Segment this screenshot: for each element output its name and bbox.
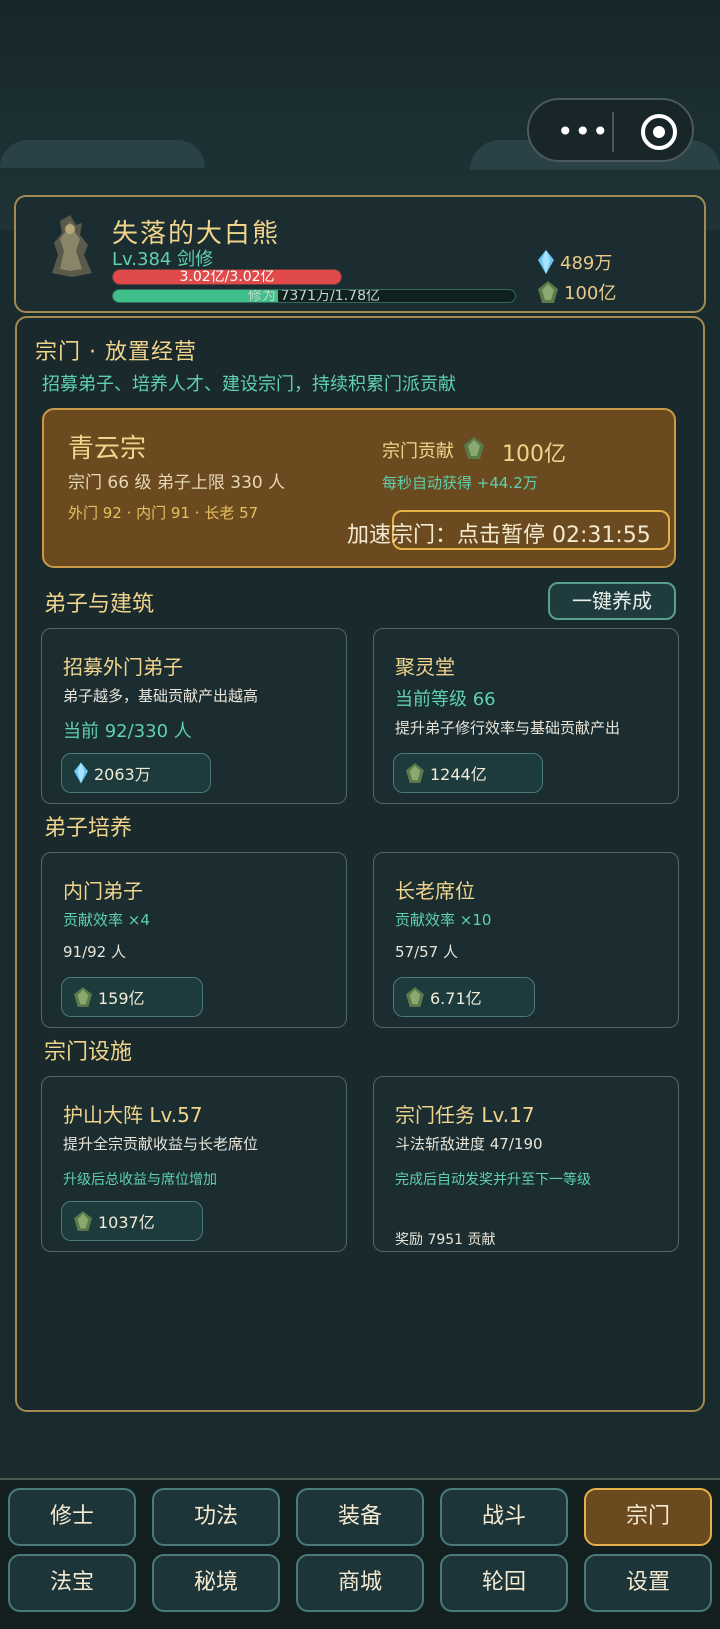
cloud-decoration xyxy=(0,140,205,168)
card-rate: 贡献效率 ×10 xyxy=(395,911,492,929)
sect-panel: 宗门 · 放置经营 招募弟子、培养人才、建设宗门，持续积累门派贡献 青云宗 宗门… xyxy=(15,316,705,1412)
section-heading-training: 弟子培养 xyxy=(44,816,133,841)
card-rate: 贡献效率 ×4 xyxy=(63,911,150,929)
stone-icon xyxy=(463,437,484,459)
nav-cultivator[interactable]: 修士 xyxy=(8,1488,136,1546)
player-level: Lv.384 剑修 xyxy=(112,249,214,270)
recruit-cost-button[interactable]: 2063万 xyxy=(61,753,211,793)
card-title: 招募外门弟子 xyxy=(63,655,183,679)
card-title: 内门弟子 xyxy=(63,879,143,903)
card-title: 长老席位 xyxy=(395,879,475,903)
cost-amount: 6.71亿 xyxy=(430,989,482,1008)
contribution-rate: 每秒自动获得 +44.2万 xyxy=(382,474,538,492)
sect-level: 宗门 66 级 弟子上限 330 人 xyxy=(68,473,286,493)
stone-icon xyxy=(74,1211,92,1231)
section-heading-facilities: 宗门设施 xyxy=(44,1040,133,1065)
sect-ranks: 外门 92 · 内门 91 · 长老 57 xyxy=(68,504,259,522)
hall-cost-button[interactable]: 1244亿 xyxy=(393,753,543,793)
sect-name: 青云宗 xyxy=(68,434,147,464)
card-title: 宗门任务 Lv.17 xyxy=(395,1103,535,1127)
elder-cost-button[interactable]: 6.71亿 xyxy=(393,977,535,1017)
crystal-icon xyxy=(74,762,88,784)
player-card: 失落的大白熊 Lv.384 剑修 3.02亿/3.02亿 修为 7371万/1.… xyxy=(14,195,706,313)
crystal-icon xyxy=(538,250,554,274)
cost-amount: 159亿 xyxy=(98,989,145,1008)
exp-bar: 修为 7371万/1.78亿 xyxy=(112,289,516,303)
panel-subtitle: 招募弟子、培养人才、建设宗门，持续积累门派贡献 xyxy=(42,374,456,395)
card-desc: 提升弟子修行效率与基础贡献产出 xyxy=(395,719,621,737)
card-note: 升级后总收益与席位增加 xyxy=(63,1172,217,1188)
card-count: 91/92 人 xyxy=(63,943,126,961)
inner-disciples-card[interactable]: 内门弟子 贡献效率 ×4 91/92 人 159亿 xyxy=(41,852,347,1028)
close-target-icon[interactable] xyxy=(641,114,677,150)
mountain-array-card[interactable]: 护山大阵 Lv.57 提升全宗贡献收益与长老席位 升级后总收益与席位增加 103… xyxy=(41,1076,347,1252)
stone-amount: 100亿 xyxy=(564,283,617,304)
card-title: 护山大阵 Lv.57 xyxy=(63,1103,203,1127)
speed-up-label[interactable]: 加速宗门：点击暂停 02:31:55 xyxy=(347,517,651,549)
nav-reincarnation[interactable]: 轮回 xyxy=(440,1554,568,1612)
nav-equipment[interactable]: 装备 xyxy=(296,1488,424,1546)
crystal-currency: 489万 xyxy=(538,249,612,275)
card-current: 当前等级 66 xyxy=(395,689,496,710)
exp-text: 修为 7371万/1.78亿 xyxy=(248,289,380,303)
card-desc: 提升全宗贡献收益与长老席位 xyxy=(63,1135,259,1153)
card-note: 完成后自动发奖并升至下一等级 xyxy=(395,1172,591,1188)
stone-icon xyxy=(74,987,92,1007)
stone-icon xyxy=(406,987,424,1007)
nav-shop[interactable]: 商城 xyxy=(296,1554,424,1612)
contribution-label-text: 宗门贡献 xyxy=(382,441,454,462)
nav-secret-realm[interactable]: 秘境 xyxy=(152,1554,280,1612)
stone-currency: 100亿 xyxy=(538,279,616,305)
panel-title: 宗门 · 放置经营 xyxy=(35,340,197,365)
one-key-train-button[interactable]: 一键养成 xyxy=(548,582,676,620)
cost-amount: 1244亿 xyxy=(430,765,487,784)
capsule-divider xyxy=(612,112,614,152)
nav-treasure[interactable]: 法宝 xyxy=(8,1554,136,1612)
player-avatar-icon xyxy=(52,215,92,277)
card-current: 当前 92/330 人 xyxy=(63,721,192,742)
nav-battle[interactable]: 战斗 xyxy=(440,1488,568,1546)
mission-progress: 斗法斩敌进度 47/190 xyxy=(395,1135,543,1153)
card-title: 聚灵堂 xyxy=(395,655,455,679)
mini-program-capsule[interactable]: ••• xyxy=(527,98,694,162)
recruit-card[interactable]: 招募外门弟子 弟子越多，基础贡献产出越高 当前 92/330 人 2063万 xyxy=(41,628,347,804)
more-icon[interactable]: ••• xyxy=(557,118,610,146)
spirit-hall-card[interactable]: 聚灵堂 当前等级 66 提升弟子修行效率与基础贡献产出 1244亿 xyxy=(373,628,679,804)
bottom-nav: 修士 功法 装备 战斗 宗门 法宝 秘境 商城 轮回 设置 xyxy=(0,1478,720,1629)
stone-icon xyxy=(406,763,424,783)
inner-cost-button[interactable]: 159亿 xyxy=(61,977,203,1017)
hp-text: 3.02亿/3.02亿 xyxy=(179,269,275,285)
cost-amount: 1037亿 xyxy=(98,1213,155,1232)
crystal-amount: 489万 xyxy=(560,253,613,274)
nav-settings[interactable]: 设置 xyxy=(584,1554,712,1612)
nav-skills[interactable]: 功法 xyxy=(152,1488,280,1546)
hp-bar: 3.02亿/3.02亿 xyxy=(112,269,342,285)
stone-icon xyxy=(538,281,558,303)
cost-amount: 2063万 xyxy=(94,765,151,784)
array-cost-button[interactable]: 1037亿 xyxy=(61,1201,203,1241)
sect-mission-card[interactable]: 宗门任务 Lv.17 斗法斩敌进度 47/190 完成后自动发奖并升至下一等级 … xyxy=(373,1076,679,1252)
nav-sect[interactable]: 宗门 xyxy=(584,1488,712,1546)
elder-seats-card[interactable]: 长老席位 贡献效率 ×10 57/57 人 6.71亿 xyxy=(373,852,679,1028)
card-count: 57/57 人 xyxy=(395,943,458,961)
mission-reward: 奖励 7951 贡献 xyxy=(395,1232,496,1248)
section-heading-disciples: 弟子与建筑 xyxy=(44,592,155,617)
contribution-value: 100亿 xyxy=(502,442,566,467)
card-desc: 弟子越多，基础贡献产出越高 xyxy=(63,687,259,705)
contribution-label: 宗门贡献 xyxy=(382,436,484,463)
